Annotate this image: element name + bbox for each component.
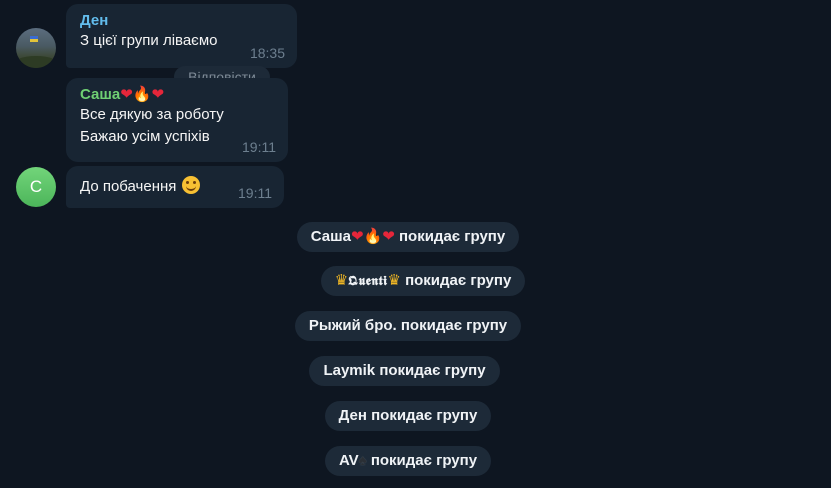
message-sender[interactable]: Ден xyxy=(80,11,283,30)
member-name: Laymik xyxy=(323,362,376,379)
message-time: 19:11 xyxy=(242,139,276,155)
member-name: Ден xyxy=(338,407,367,424)
message-text-line: Все дякую за роботу xyxy=(80,106,224,123)
smiling-face-icon xyxy=(182,176,201,194)
spade-icon: ♠ xyxy=(358,452,367,469)
service-message: AV♠ покидає групу xyxy=(0,446,831,476)
avatar-sasha[interactable]: С xyxy=(16,167,56,207)
service-message: Ден покидає групу xyxy=(0,401,831,431)
heart-icon: ❤ xyxy=(120,86,133,103)
sender-name: Саша xyxy=(80,86,121,103)
message-bubble[interactable]: До побачення 19:11 xyxy=(66,166,284,208)
fire-icon: 🔥 xyxy=(363,228,383,245)
message-text-content: До побачення xyxy=(80,178,177,195)
flag-icon xyxy=(30,36,38,42)
service-action: покидає групу xyxy=(370,452,478,469)
fire-icon: 🔥 xyxy=(132,86,152,103)
service-message: Рыжий бро. покидає групу xyxy=(0,311,831,341)
message-bubble[interactable]: Ден З цієї групи ліваємо 18:35 xyxy=(66,4,297,68)
member-name: Рыжий бро. xyxy=(308,317,397,334)
heart-icon: ❤ xyxy=(382,228,395,245)
service-action: покидає групу xyxy=(371,407,478,424)
chat-view: Ден З цієї групи ліваємо 18:35 Відповіст… xyxy=(0,0,831,488)
service-action: покидає групу xyxy=(398,228,506,245)
crown-icon: ♛ xyxy=(334,272,349,289)
avatar-den[interactable] xyxy=(16,28,56,68)
service-message: Саша❤🔥❤ покидає групу xyxy=(0,222,831,252)
member-name: AV xyxy=(338,452,359,469)
member-name: 𝕼𝖚𝖊𝖓𝖙𝖎 xyxy=(348,274,388,289)
crown-icon: ♛ xyxy=(387,272,401,289)
service-action: покидає групу xyxy=(379,362,486,379)
message-time: 18:35 xyxy=(249,45,285,61)
message-bubble[interactable]: Саша❤🔥❤ Все дякую за роботу Бажаю усім у… xyxy=(66,78,288,162)
heart-icon: ❤ xyxy=(151,86,165,103)
service-action: покидає групу xyxy=(405,272,512,289)
heart-icon: ❤ xyxy=(350,228,364,245)
message-time: 19:11 xyxy=(238,185,272,201)
service-message: ♛𝕼𝖚𝖊𝖓𝖙𝖎♛ покидає групу xyxy=(15,266,831,296)
service-message: Laymik покидає групу xyxy=(0,356,831,386)
service-action: покидає групу xyxy=(400,317,508,334)
message-sender[interactable]: Саша❤🔥❤ xyxy=(80,85,274,104)
member-name: Саша xyxy=(310,228,351,245)
